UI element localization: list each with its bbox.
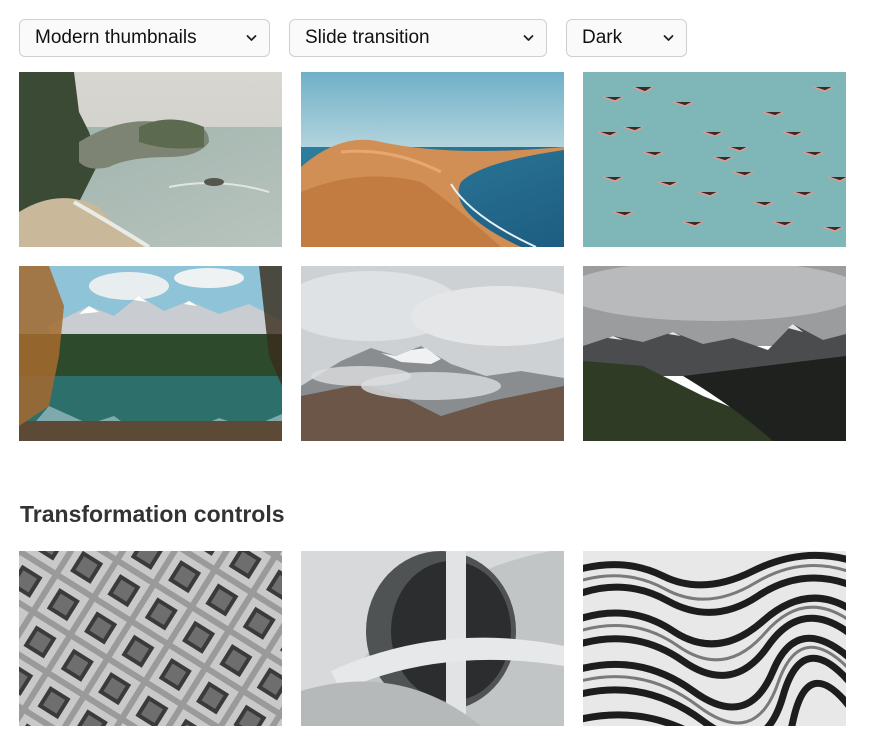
gallery-thumbnail-coast[interactable] bbox=[19, 72, 282, 247]
chevron-down-icon bbox=[663, 35, 674, 41]
gallery-thumbnail-waves[interactable] bbox=[583, 551, 846, 726]
gallery-thumbnail-lake[interactable] bbox=[19, 266, 282, 441]
gallery-thumbnail-facade[interactable] bbox=[19, 551, 282, 726]
dark-mountains-image bbox=[583, 266, 846, 441]
gallery-thumbnail-flamingos[interactable] bbox=[583, 72, 846, 247]
theme-value: Dark bbox=[582, 27, 623, 48]
chevron-down-icon bbox=[523, 35, 534, 41]
chevron-down-icon bbox=[246, 35, 257, 41]
thumbnail-style-select[interactable]: Modern thumbnails bbox=[19, 19, 270, 57]
gallery-thumbnail-arch[interactable] bbox=[301, 551, 564, 726]
transition-select[interactable]: Slide transition bbox=[289, 19, 547, 57]
flamingos-image bbox=[583, 72, 846, 247]
gallery-thumbnail-dark-mountains[interactable] bbox=[583, 266, 846, 441]
facade-image bbox=[19, 551, 282, 726]
section-title-transformation: Transformation controls bbox=[20, 501, 285, 527]
cloudy-peaks-image bbox=[301, 266, 564, 441]
desert-image bbox=[301, 72, 564, 247]
thumbnail-style-value: Modern thumbnails bbox=[35, 27, 197, 48]
theme-select[interactable]: Dark bbox=[566, 19, 687, 57]
gallery-thumbnail-desert[interactable] bbox=[301, 72, 564, 247]
arch-image bbox=[301, 551, 564, 726]
coast-image bbox=[19, 72, 282, 247]
transition-value: Slide transition bbox=[305, 27, 430, 48]
gallery-thumbnail-cloudy-peaks[interactable] bbox=[301, 266, 564, 441]
waves-image bbox=[583, 551, 846, 726]
lake-image bbox=[19, 266, 282, 441]
